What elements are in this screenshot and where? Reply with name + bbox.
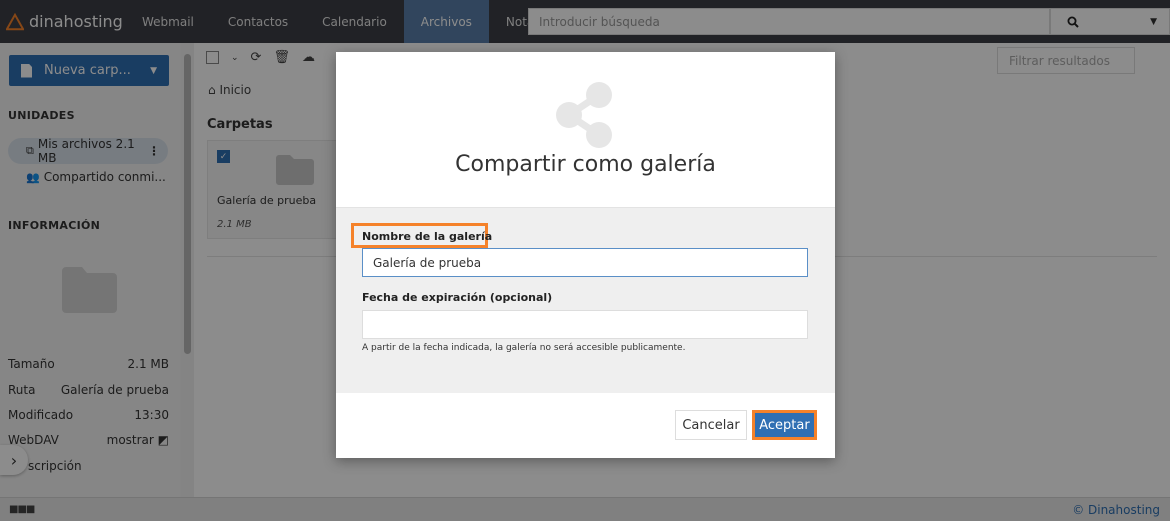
- expiry-date-label: Fecha de expiración (opcional): [362, 291, 553, 304]
- accept-button[interactable]: Aceptar: [752, 410, 817, 440]
- gallery-name-label: Nombre de la galería: [362, 230, 493, 243]
- gallery-name-input[interactable]: Galería de prueba: [362, 248, 808, 277]
- cancel-button[interactable]: Cancelar: [675, 410, 747, 440]
- expiry-date-input[interactable]: [362, 310, 808, 339]
- dialog-title: Compartir como galería: [455, 152, 716, 177]
- dialog-body: Nombre de la galería Galería de prueba F…: [336, 207, 835, 393]
- dialog-footer: Cancelar Aceptar: [336, 393, 835, 458]
- share-gallery-dialog: Compartir como galería Nombre de la gale…: [336, 52, 835, 458]
- dialog-header: Compartir como galería: [336, 52, 835, 207]
- expiry-help-text: A partir de la fecha indicada, la galerí…: [362, 343, 686, 353]
- share-icon: [556, 82, 612, 148]
